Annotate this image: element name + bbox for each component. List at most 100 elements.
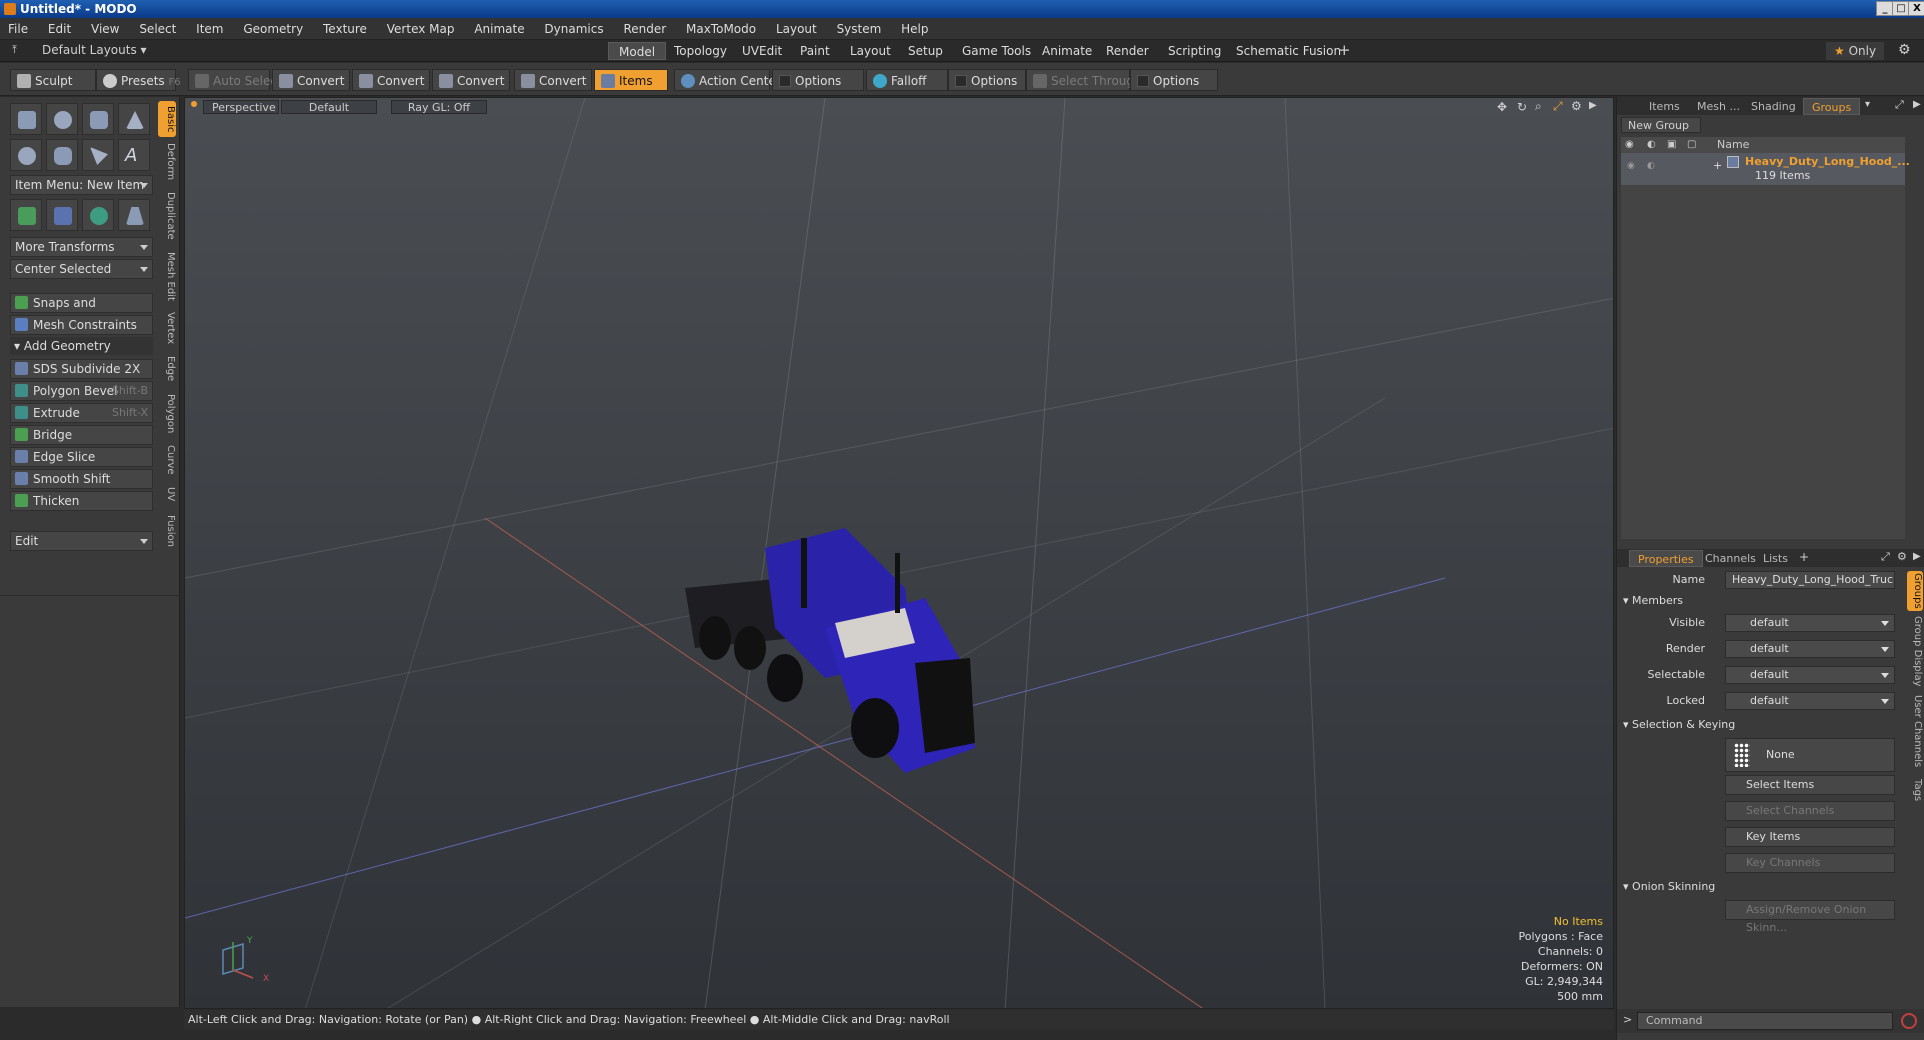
locator-icon[interactable] [10, 199, 42, 231]
menu-animate[interactable]: Animate [466, 18, 532, 40]
item-menu-dropdown[interactable]: Item Menu: New Item [10, 175, 153, 195]
new-group-button[interactable]: New Group [1621, 117, 1701, 133]
rotate-icon[interactable]: ↻ [1517, 100, 1527, 114]
tab-properties[interactable]: Properties [1629, 550, 1703, 567]
select-items-button[interactable]: Select Items [1725, 775, 1895, 795]
menu-item[interactable]: Item [188, 18, 231, 40]
3d-viewport[interactable]: Perspective Default Ray GL: Off ✥ ↻ ⌕ ⤢ … [184, 97, 1614, 1009]
menu-vertex-map[interactable]: Vertex Map [379, 18, 463, 40]
menu-select[interactable]: Select [131, 18, 184, 40]
presets-button[interactable]: Presets F6 [96, 69, 181, 91]
options-checkbox[interactable] [779, 75, 791, 87]
falloff-options[interactable]: Options [948, 69, 1026, 91]
action-center-button[interactable]: Action Center [674, 69, 781, 91]
command-input[interactable]: Command [1637, 1012, 1893, 1030]
sphere-icon[interactable] [46, 103, 78, 135]
vtab-polygon[interactable]: Polygon [158, 391, 176, 437]
plane-icon[interactable] [118, 199, 150, 231]
menu-view[interactable]: View [83, 18, 127, 40]
side-tab-user-channels[interactable]: User Channels [1907, 691, 1923, 771]
vtab-uv[interactable]: UV [158, 483, 176, 505]
view-mode-button[interactable]: Perspective [203, 100, 279, 114]
convert-polygons-button[interactable]: Convert [432, 69, 510, 91]
shading-mode-button[interactable]: Default [281, 100, 377, 114]
menu-texture[interactable]: Texture [315, 18, 375, 40]
select-channels-button[interactable]: Select Channels [1725, 801, 1895, 821]
menu-maxtomodo[interactable]: MaxToModo [678, 18, 764, 40]
select-through-button[interactable]: Select Through [1026, 69, 1142, 91]
visible-dropdown[interactable]: default [1725, 614, 1895, 632]
layouts-dropdown[interactable]: Default Layouts ▾ [42, 43, 147, 57]
options-checkbox[interactable] [1137, 75, 1149, 87]
tab-model[interactable]: Model [608, 42, 667, 60]
action-center-options[interactable]: Options [772, 69, 864, 91]
tab-schematic-fusion[interactable]: Schematic Fusion [1226, 42, 1351, 60]
render-icon[interactable]: ◐ [1647, 161, 1655, 171]
auto-select-button[interactable]: Auto Select [188, 69, 282, 91]
tab-lists[interactable]: Lists [1755, 550, 1796, 567]
raygl-toggle[interactable]: Ray GL: Off [391, 100, 487, 114]
onion-skinning-section[interactable]: ▾ Onion Skinning [1623, 878, 1715, 896]
side-tab-tags[interactable]: Tags [1907, 775, 1923, 805]
record-icon[interactable] [1901, 1013, 1917, 1029]
assign-onion-skin-button[interactable]: Assign/Remove Onion Skinn... [1725, 900, 1895, 934]
key-items-button[interactable]: Key Items [1725, 827, 1895, 847]
bridge-button[interactable]: Bridge [10, 425, 153, 445]
tab-game-tools[interactable]: Game Tools [952, 42, 1041, 60]
sculpt-button[interactable]: Sculpt [10, 69, 96, 91]
gear-icon[interactable]: ⚙ [1897, 550, 1907, 563]
selection-keying-section[interactable]: ▾ Selection & Keying [1623, 716, 1735, 734]
mesh-icon[interactable] [46, 199, 78, 231]
smooth-shift-button[interactable]: Smooth Shift [10, 469, 153, 489]
thicken-button[interactable]: Thicken [10, 491, 153, 511]
only-toggle[interactable]: ★ Only [1826, 42, 1885, 60]
items-mode-button[interactable]: Items [594, 69, 668, 91]
lock-icon[interactable]: ▣ [1667, 137, 1676, 153]
group-row[interactable]: ◉ ◐ + Heavy_Duty_Long_Hood_... 119 Items [1621, 153, 1910, 185]
tab-layout[interactable]: Layout [840, 42, 901, 60]
tab-render[interactable]: Render [1096, 42, 1159, 60]
add-tab-button[interactable]: + [1799, 550, 1809, 564]
fit-icon[interactable]: ⤢ [1553, 99, 1563, 114]
convert-items-button[interactable]: Convert [514, 69, 592, 91]
torus-icon[interactable] [10, 139, 42, 171]
vtab-deform[interactable]: Deform [158, 141, 176, 183]
menu-geometry[interactable]: Geometry [235, 18, 311, 40]
tab-shading[interactable]: Shading [1743, 98, 1804, 115]
cube-icon[interactable] [10, 103, 42, 135]
members-section[interactable]: ▾ Members [1623, 592, 1683, 610]
panel-menu-icon[interactable]: ▶ [1913, 551, 1921, 562]
vtab-fusion[interactable]: Fusion [158, 511, 176, 551]
sds-subdivide-button[interactable]: SDS Subdivide 2X [10, 359, 153, 379]
tab-items[interactable]: Items [1641, 98, 1688, 115]
gear-icon[interactable]: ⚙ [1898, 42, 1911, 58]
select-icon[interactable]: ▢ [1687, 137, 1696, 153]
side-tab-groups[interactable]: Groups [1907, 571, 1923, 611]
tab-channels[interactable]: Channels [1697, 550, 1764, 567]
tab-paint[interactable]: Paint [790, 42, 840, 60]
pen-icon[interactable] [82, 139, 114, 171]
menu-file[interactable]: File [0, 18, 36, 40]
render-dropdown[interactable]: default [1725, 640, 1895, 658]
add-tab-button[interactable]: + [1338, 41, 1351, 59]
selectable-dropdown[interactable]: default [1725, 666, 1895, 684]
text-icon[interactable]: A [118, 139, 150, 171]
center-selected-dropdown[interactable]: Center Selected [10, 259, 153, 279]
menu-render[interactable]: Render [615, 18, 674, 40]
expand-toggle-icon[interactable]: + [1713, 159, 1722, 172]
edge-slice-button[interactable]: Edge Slice [10, 447, 153, 467]
menu-system[interactable]: System [829, 18, 890, 40]
close-button[interactable]: X [1908, 1, 1924, 16]
extrude-button[interactable]: Extrude Shift-X [10, 403, 153, 423]
capsule-icon[interactable] [46, 139, 78, 171]
polygon-bevel-button[interactable]: Polygon Bevel Shift-B [10, 381, 153, 401]
convert-vertices-button[interactable]: Convert [272, 69, 350, 91]
menu-layout[interactable]: Layout [768, 18, 825, 40]
tab-uvedit[interactable]: UVEdit [732, 42, 792, 60]
eye-icon[interactable]: ◉ [1625, 137, 1634, 153]
vtab-vertex[interactable]: Vertex [158, 309, 176, 347]
add-geometry-header[interactable]: ▾ Add Geometry [10, 337, 153, 355]
locked-dropdown[interactable]: default [1725, 692, 1895, 710]
chevron-down-icon[interactable]: ▾ [1865, 99, 1870, 110]
convert-edges-button[interactable]: Convert [352, 69, 430, 91]
